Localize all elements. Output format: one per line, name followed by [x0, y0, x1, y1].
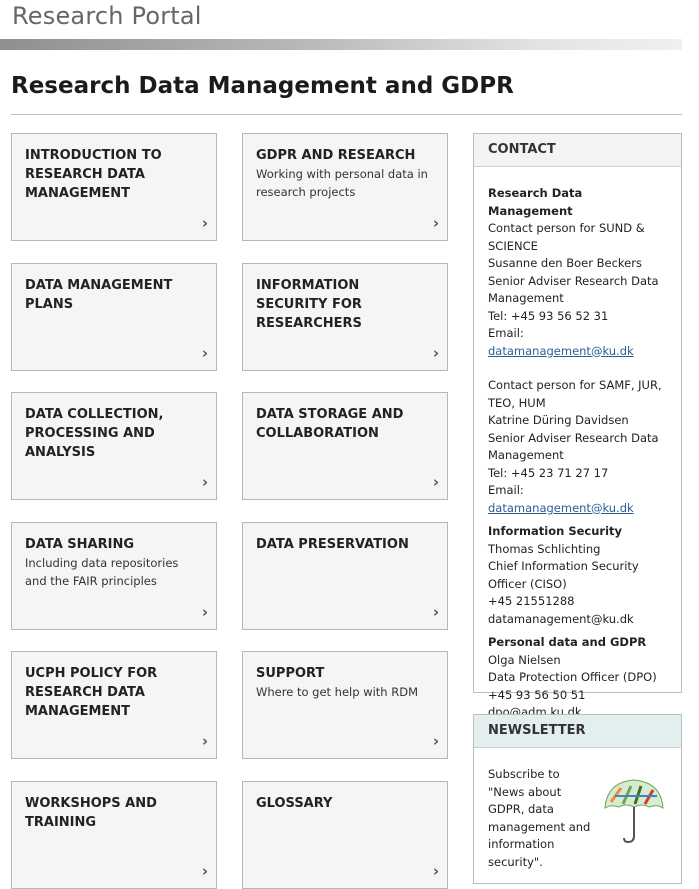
tile-workshops-training[interactable]: WORKSHOPS AND TRAINING ›	[11, 781, 217, 889]
contact-name: Olga Nielsen	[488, 652, 561, 667]
chevron-right-icon: ›	[432, 214, 439, 232]
contact-position: Chief Information Security Officer (CISO…	[488, 559, 639, 591]
tile-title: INFORMATION SECURITY FOR RESEARCHERS	[256, 278, 362, 331]
contact-email-line: Email: datamanagement@ku.dk	[488, 482, 667, 517]
tile-title: DATA PRESERVATION	[256, 537, 409, 552]
contact-phone: Tel: +45 93 56 52 31	[488, 308, 609, 323]
gdpr-section-title: Personal data and GDPR	[488, 635, 647, 649]
chevron-right-icon: ›	[201, 344, 208, 362]
contact-email: datamanagement@ku.dk	[488, 611, 634, 626]
page-title: Research Data Management and GDPR	[11, 73, 514, 99]
header-gradient-bar	[0, 39, 682, 50]
tile-title: DATA SHARING	[25, 537, 134, 552]
contact-role: Contact person for SAMF, JUR, TEO, HUM	[488, 378, 662, 410]
tile-data-storage[interactable]: DATA STORAGE AND COLLABORATION ›	[242, 392, 448, 500]
tile-title: DATA STORAGE AND COLLABORATION	[256, 407, 404, 441]
email-link[interactable]: datamanagement@ku.dk	[488, 501, 634, 515]
contact-phone: +45 93 56 50 51	[488, 687, 586, 702]
portal-title[interactable]: Research Portal	[12, 2, 202, 30]
chevron-right-icon: ›	[432, 473, 439, 491]
contact-role: Contact person for SUND & SCIENCE	[488, 221, 645, 253]
tile-title: GDPR AND RESEARCH	[256, 148, 416, 163]
title-divider	[11, 114, 682, 115]
email-link[interactable]: datamanagement@ku.dk	[488, 344, 634, 358]
umbrella-word-cloud-icon	[601, 774, 667, 871]
tile-subtitle: Working with personal data in research p…	[256, 167, 428, 199]
tile-data-management-plans[interactable]: DATA MANAGEMENT PLANS ›	[11, 263, 217, 371]
tile-introduction[interactable]: INTRODUCTION TO RESEARCH DATA MANAGEMENT…	[11, 133, 217, 241]
tile-title: DATA MANAGEMENT PLANS	[25, 278, 173, 312]
tile-title: SUPPORT	[256, 666, 325, 681]
newsletter-box[interactable]: NEWSLETTER Subscribe to "News about GDPR…	[473, 714, 682, 884]
infosec-section-title: Information Security	[488, 524, 623, 538]
tile-data-sharing[interactable]: DATA SHARING Including data repositories…	[11, 522, 217, 630]
tile-title: GLOSSARY	[256, 796, 333, 811]
contact-position: Senior Adviser Research Data Management	[488, 430, 659, 463]
contact-email-line: Email: datamanagement@ku.dk	[488, 325, 667, 360]
chevron-right-icon: ›	[201, 214, 208, 232]
newsletter-text: Subscribe to "News about GDPR, data mana…	[488, 767, 591, 869]
tile-title: DATA COLLECTION, PROCESSING AND ANALYSIS	[25, 407, 164, 460]
contact-name: Susanne den Boer Beckers	[488, 256, 642, 270]
contact-phone: Tel: +45 23 71 27 17	[488, 465, 609, 480]
email-label: Email:	[488, 483, 524, 497]
chevron-right-icon: ›	[201, 862, 208, 880]
chevron-right-icon: ›	[432, 862, 439, 880]
tile-title: UCPH POLICY FOR RESEARCH DATA MANAGEMENT	[25, 666, 158, 719]
chevron-right-icon: ›	[201, 732, 208, 750]
tile-title: INTRODUCTION TO RESEARCH DATA MANAGEMENT	[25, 148, 162, 201]
tile-information-security[interactable]: INFORMATION SECURITY FOR RESEARCHERS ›	[242, 263, 448, 371]
email-label: Email:	[488, 326, 524, 340]
chevron-right-icon: ›	[432, 603, 439, 621]
contact-phone: +45 21551288	[488, 594, 575, 608]
tile-subtitle: Where to get help with RDM	[256, 685, 419, 699]
newsletter-heading: NEWSLETTER	[474, 715, 681, 748]
tile-data-preservation[interactable]: DATA PRESERVATION ›	[242, 522, 448, 630]
chevron-right-icon: ›	[432, 732, 439, 750]
tile-support[interactable]: SUPPORT Where to get help with RDM ›	[242, 651, 448, 759]
contact-position: Data Protection Officer (DPO)	[488, 670, 657, 684]
rdm-section-title: Research Data Management	[488, 186, 583, 218]
chevron-right-icon: ›	[201, 603, 208, 621]
tile-gdpr-and-research[interactable]: GDPR AND RESEARCH Working with personal …	[242, 133, 448, 241]
contact-heading: CONTACT	[474, 134, 681, 167]
chevron-right-icon: ›	[432, 344, 439, 362]
contact-box: CONTACT Research Data Management Contact…	[473, 133, 682, 719]
contact-position: Senior Adviser Research Data Management	[488, 273, 659, 306]
tile-ucph-policy[interactable]: UCPH POLICY FOR RESEARCH DATA MANAGEMENT…	[11, 651, 217, 759]
tile-glossary[interactable]: GLOSSARY ›	[242, 781, 448, 889]
tile-title: WORKSHOPS AND TRAINING	[25, 796, 157, 830]
contact-name: Katrine Düring Davidsen	[488, 413, 629, 427]
tile-data-collection[interactable]: DATA COLLECTION, PROCESSING AND ANALYSIS…	[11, 392, 217, 500]
chevron-right-icon: ›	[201, 473, 208, 491]
tile-subtitle: Including data repositories and the FAIR…	[25, 556, 179, 588]
contact-name: Thomas Schlichting	[488, 541, 601, 556]
